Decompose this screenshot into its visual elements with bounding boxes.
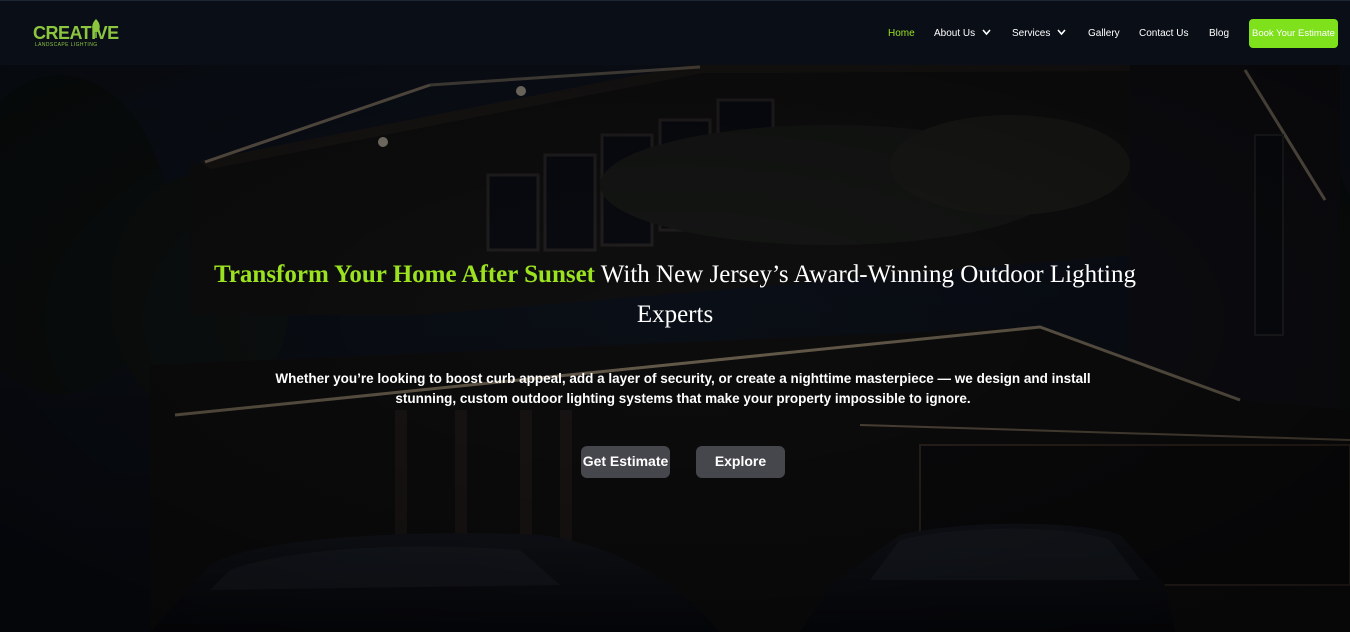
nav-gallery-label: Gallery [1088, 28, 1120, 39]
logo-wordmark: CREATIVE [33, 23, 119, 43]
hero-background-image [0, 65, 1350, 632]
nav-blog[interactable]: Blog [1209, 27, 1229, 41]
hero-section: Transform Your Home After Sunset With Ne… [0, 65, 1350, 632]
nav-about-us[interactable]: About Us [934, 27, 992, 41]
site-header: CREATIVE LANDSCAPE LIGHTING Home About U… [0, 0, 1350, 65]
nav-contact-us-label: Contact Us [1139, 28, 1189, 39]
nav-services-label: Services [1012, 28, 1051, 39]
book-estimate-button[interactable]: Book Your Estimate [1249, 19, 1338, 48]
hero-headline-rest: With New Jersey’s Award-Winning Outdoor … [595, 261, 1136, 328]
hero-subtext: Whether you’re looking to boost curb app… [275, 371, 1091, 406]
logo[interactable]: CREATIVE LANDSCAPE LIGHTING [33, 18, 125, 52]
nav-about-us-label: About Us [934, 28, 976, 39]
nav-contact-us[interactable]: Contact Us [1139, 27, 1188, 41]
hero-headline: Transform Your Home After Sunset With Ne… [175, 255, 1175, 335]
nav-home-label: Home [888, 28, 915, 39]
nav-blog-label: Blog [1209, 28, 1230, 39]
nav-home[interactable]: Home [888, 27, 915, 41]
get-estimate-button[interactable]: Get Estimate [581, 446, 670, 478]
nav-services[interactable]: Services [1012, 27, 1067, 41]
explore-button[interactable]: Explore [696, 446, 785, 478]
hero-headline-highlight: Transform Your Home After Sunset [214, 261, 595, 288]
nav-gallery[interactable]: Gallery [1088, 27, 1120, 41]
logo-tagline: LANDSCAPE LIGHTING [35, 42, 98, 48]
chevron-down-icon [982, 29, 991, 36]
chevron-down-icon [1057, 29, 1066, 36]
